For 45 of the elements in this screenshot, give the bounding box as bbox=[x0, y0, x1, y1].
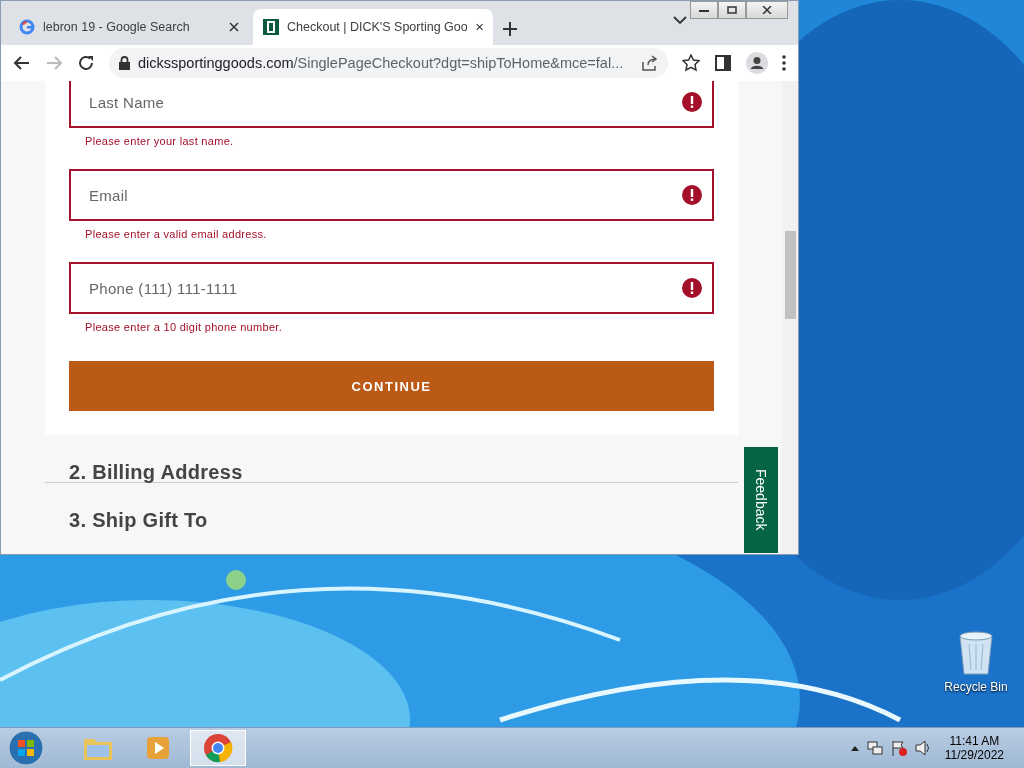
minimize-icon[interactable] bbox=[699, 7, 709, 13]
error-icon bbox=[682, 185, 702, 205]
taskbar-app[interactable] bbox=[190, 730, 246, 766]
error-icon bbox=[682, 92, 702, 112]
menu-icon[interactable] bbox=[782, 55, 786, 71]
network-icon[interactable] bbox=[866, 740, 883, 756]
error-message: Please enter your last name. bbox=[85, 135, 235, 147]
start-button[interactable] bbox=[6, 728, 46, 768]
text-field[interactable]: Last Name bbox=[69, 81, 714, 128]
back-icon[interactable] bbox=[13, 54, 31, 72]
error-message: Please enter a valid email address. bbox=[85, 228, 268, 240]
text-field[interactable]: Phone (111) 111-1111 bbox=[69, 262, 714, 314]
share-icon[interactable] bbox=[640, 54, 658, 72]
text-field[interactable]: Email bbox=[69, 169, 714, 221]
lock-icon bbox=[119, 56, 130, 70]
close-icon[interactable] bbox=[762, 6, 772, 14]
new-tab-icon[interactable] bbox=[503, 22, 517, 36]
store-logo-icon bbox=[263, 19, 279, 35]
flag-icon[interactable] bbox=[890, 740, 907, 756]
feedback-tab[interactable]: Feedback bbox=[744, 447, 778, 553]
google-logo-icon bbox=[19, 19, 35, 35]
browser-tab[interactable]: Checkout | DICK'S Sporting Goo bbox=[253, 9, 493, 45]
chrome-icon bbox=[203, 733, 233, 763]
error-message: Please enter a 10 digit phone number. bbox=[85, 321, 283, 333]
error-icon bbox=[682, 278, 702, 298]
close-icon[interactable] bbox=[475, 22, 483, 32]
reload-icon[interactable] bbox=[77, 54, 95, 72]
side-panel-icon[interactable] bbox=[714, 54, 732, 72]
close-icon[interactable] bbox=[229, 22, 239, 32]
volume-icon[interactable] bbox=[914, 740, 931, 756]
section-heading[interactable]: 2. Billing Address bbox=[69, 461, 243, 483]
star-icon[interactable] bbox=[682, 54, 700, 72]
caret-up-icon[interactable] bbox=[850, 745, 859, 751]
address-bar[interactable]: dickssportinggoods.com/SinglePageCheckout?dgt=shipToHome&mce=fal... bbox=[109, 48, 668, 78]
desktop-icon-label[interactable]: Recycle Bin bbox=[944, 680, 1008, 694]
scrollbar[interactable] bbox=[782, 81, 798, 554]
continue-button[interactable]: CONTINUE bbox=[69, 361, 714, 411]
clock[interactable]: 11:41 AM 11/29/2022 bbox=[944, 734, 1004, 762]
browser-tab[interactable]: lebron 19 - Google Search bbox=[9, 9, 249, 45]
media-player-icon bbox=[145, 735, 171, 761]
maximize-icon[interactable] bbox=[727, 6, 737, 14]
profile-icon[interactable] bbox=[746, 52, 768, 74]
section-heading[interactable]: 3. Ship Gift To bbox=[69, 509, 208, 531]
chevron-down-icon[interactable] bbox=[673, 15, 687, 25]
recycle-bin-icon[interactable] bbox=[957, 630, 995, 676]
